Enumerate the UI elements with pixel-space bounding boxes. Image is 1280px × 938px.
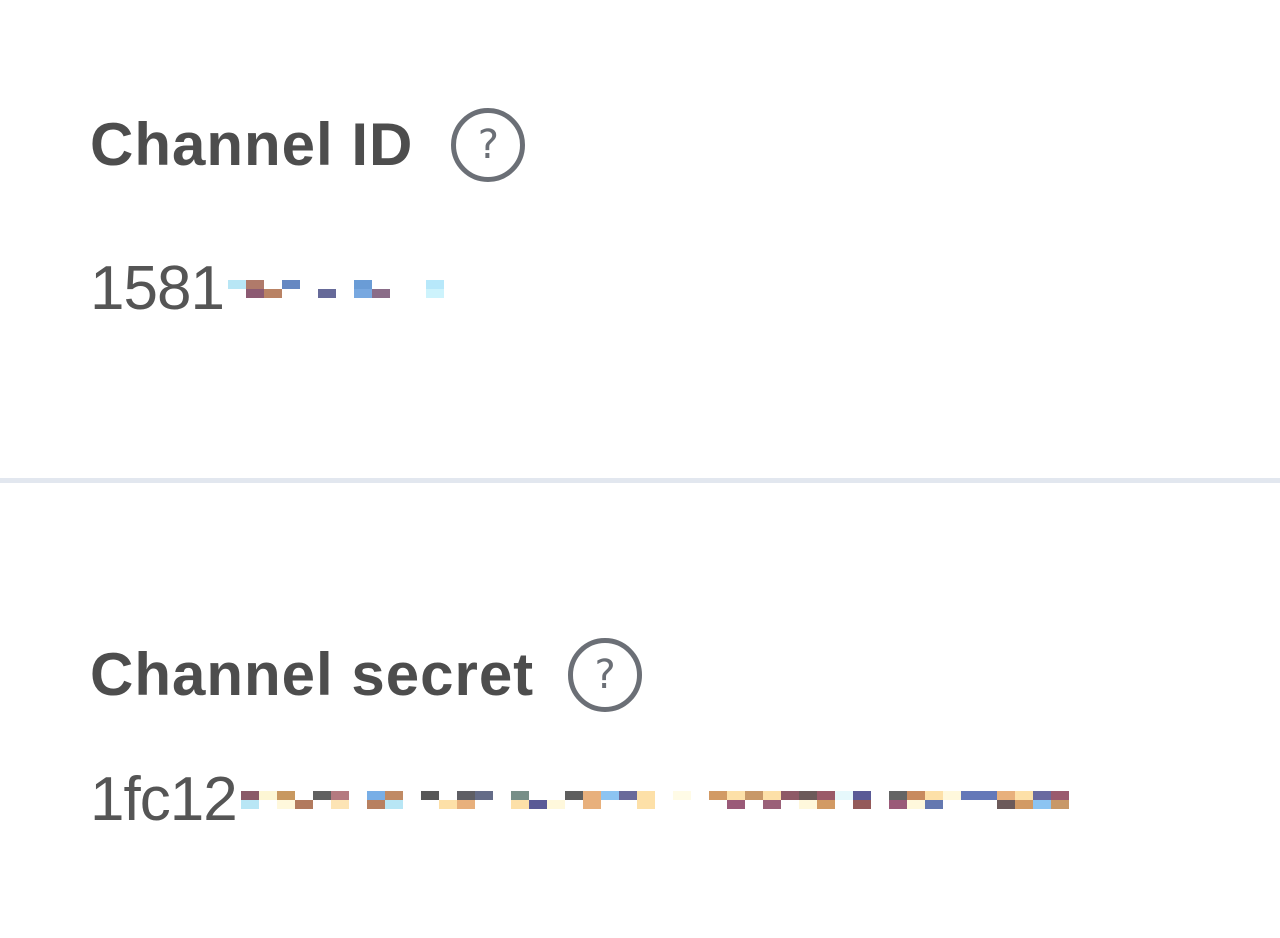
channel-id-label-row: Channel ID ? <box>90 105 526 185</box>
channel-secret-label: Channel secret <box>90 641 535 708</box>
channel-id-value: 1581 <box>90 254 225 323</box>
channel-secret-mask <box>240 781 1069 819</box>
channel-id-label: Channel ID <box>90 111 414 178</box>
channel-id-value-row: 1581 <box>90 254 444 324</box>
channel-secret-section: Channel secret ? 1fc12 <box>0 483 1280 938</box>
question-circle-icon[interactable]: ? <box>451 108 526 182</box>
channel-id-section: Channel ID ? 1581 <box>0 0 1280 478</box>
channel-secret-value-row: 1fc12 <box>90 765 1069 835</box>
channel-secret-label-row: Channel secret ? <box>90 635 643 715</box>
question-circle-icon[interactable]: ? <box>568 638 643 712</box>
channel-id-mask <box>227 270 444 308</box>
channel-secret-value: 1fc12 <box>90 765 238 834</box>
